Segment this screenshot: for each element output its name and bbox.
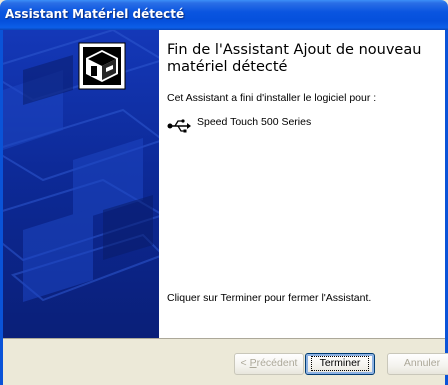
button-bar: < Précédent Terminer Annuler bbox=[3, 338, 448, 385]
cancel-button-label: Annuler bbox=[403, 357, 441, 369]
wizard-window: Assistant Matériel détecté Fin de l'Assi… bbox=[0, 0, 448, 385]
back-button-label: récédent bbox=[256, 357, 298, 369]
window-title: Assistant Matériel détecté bbox=[5, 7, 185, 21]
finish-button[interactable]: Terminer bbox=[305, 353, 375, 375]
wizard-banner bbox=[3, 30, 159, 338]
back-button-prefix: < bbox=[240, 357, 250, 369]
device-name: Speed Touch 500 Series bbox=[197, 116, 312, 128]
page-title: Fin de l'Assistant Ajout de nouveau maté… bbox=[167, 42, 422, 75]
intro-text: Cet Assistant a fini d'installer le logi… bbox=[167, 92, 377, 104]
close-instruction: Cliquer sur Terminer pour fermer l'Assis… bbox=[167, 292, 372, 304]
back-button[interactable]: < Précédent bbox=[234, 353, 304, 375]
wizard-content: Fin de l'Assistant Ajout de nouveau maté… bbox=[159, 30, 445, 338]
device-list-item: Speed Touch 500 Series bbox=[167, 116, 439, 134]
cancel-button[interactable]: Annuler bbox=[387, 353, 448, 375]
hardware-wizard-icon bbox=[78, 42, 126, 90]
back-button-accelerator: P bbox=[249, 357, 257, 369]
usb-icon bbox=[167, 119, 191, 133]
finish-button-label: Terminer bbox=[310, 356, 370, 371]
wizard-body: Fin de l'Assistant Ajout de nouveau maté… bbox=[3, 30, 445, 338]
title-bar[interactable]: Assistant Matériel détecté bbox=[0, 0, 448, 30]
